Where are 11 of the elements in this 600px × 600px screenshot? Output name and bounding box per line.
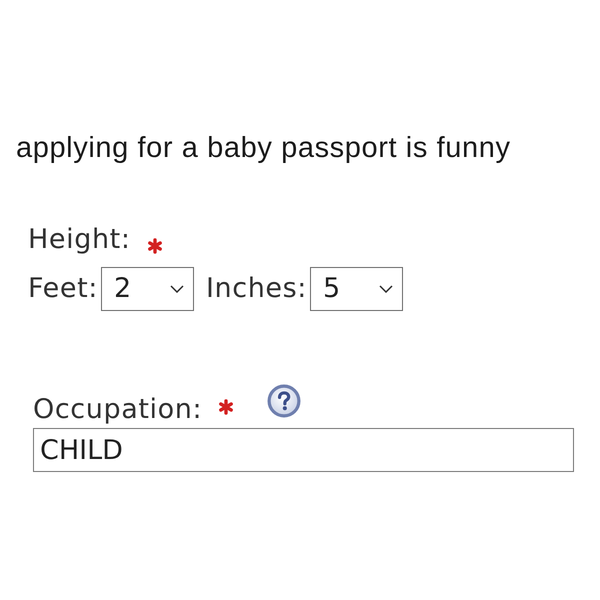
dropdown-select[interactable]: 5 xyxy=(310,267,403,311)
field-label: Inches: xyxy=(206,272,307,306)
help-icon[interactable] xyxy=(267,384,302,418)
caption-text: applying for a baby passport is funny xyxy=(16,131,511,165)
dropdown-select[interactable]: 2 xyxy=(100,267,194,311)
occupation-label: Occupation: xyxy=(33,393,202,427)
chevron-down-icon xyxy=(378,285,393,293)
height-label: Height: xyxy=(28,223,131,257)
chevron-down-icon xyxy=(170,285,184,293)
text-input[interactable]: CHILD xyxy=(33,428,574,472)
field-label: Feet: xyxy=(28,272,98,306)
